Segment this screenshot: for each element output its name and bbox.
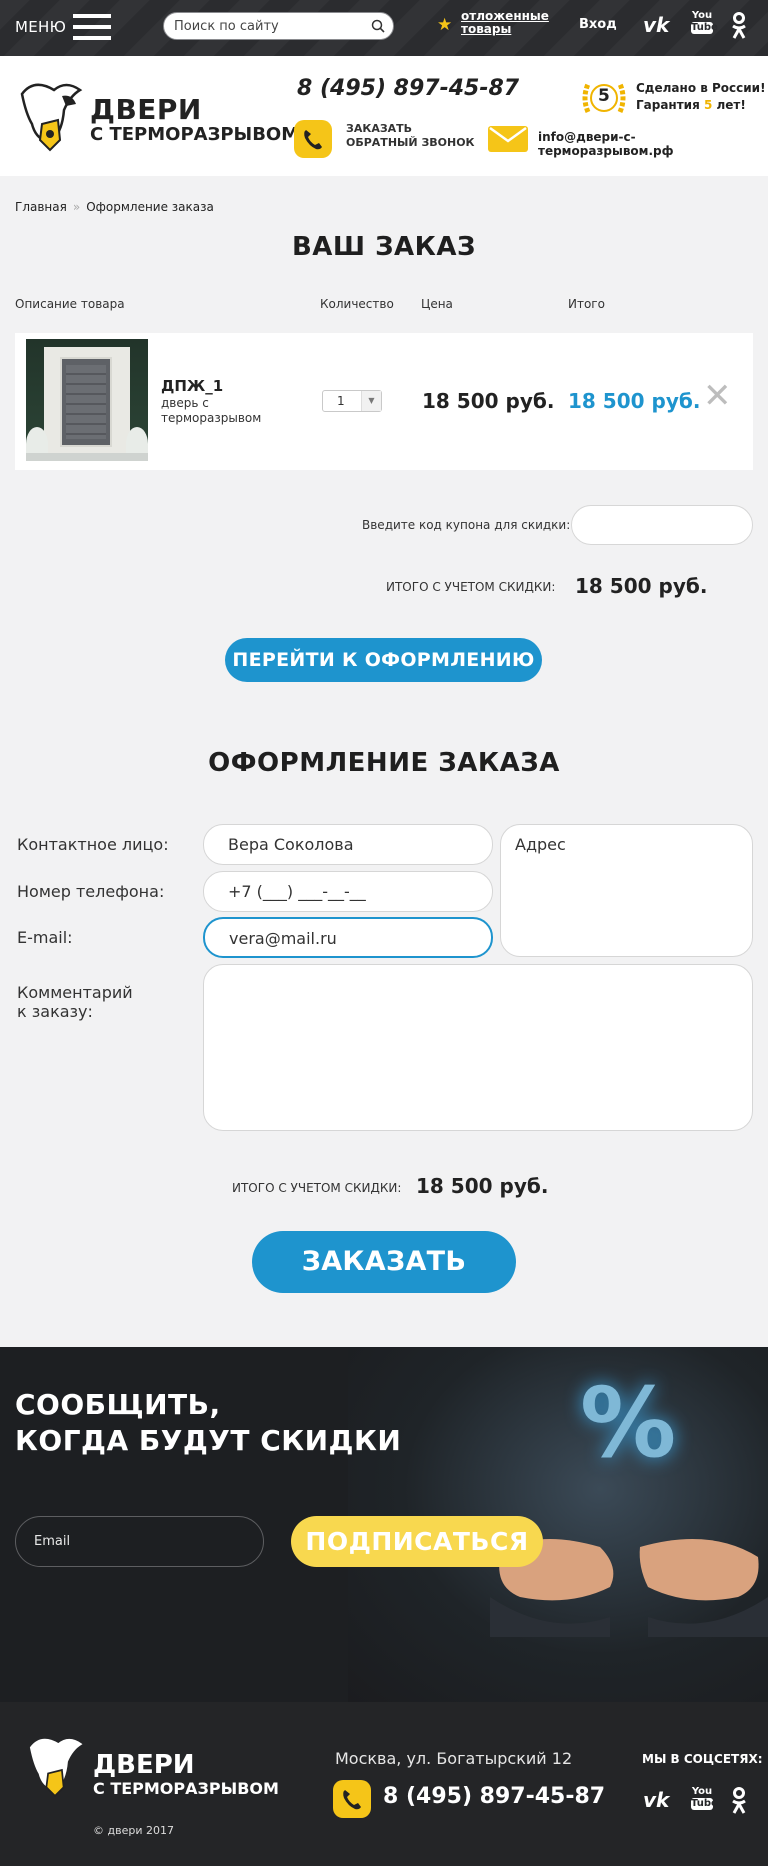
header-email[interactable]: info@двери-с-терморазрывом.рф xyxy=(538,130,768,158)
made-line-2-pre: Гарантия xyxy=(636,98,704,112)
product-description: дверь с терморазрывом xyxy=(161,396,262,425)
youtube-top-text: You xyxy=(691,10,713,21)
footer-phone[interactable]: 8 (495) 897-45-87 xyxy=(383,1784,605,1809)
made-line-1: Сделано в России! xyxy=(636,81,766,95)
quantity-select[interactable]: 1 ▼ xyxy=(322,390,382,412)
product-image[interactable] xyxy=(26,339,148,461)
footer-logo-text[interactable]: ДВЕРИ С ТЕРМОРАЗРЫВОМ xyxy=(93,1752,279,1800)
hamburger-menu-icon[interactable] xyxy=(73,14,111,40)
subscribe-section: % СООБЩИТЬ, КОГДА БУДУТ СКИДКИ Email ПОД… xyxy=(0,1347,768,1702)
email-label: E-mail: xyxy=(17,928,73,947)
callback-line-1: ЗАКАЗАТЬ xyxy=(346,122,413,135)
order-button[interactable]: ЗАКАЗАТЬ xyxy=(252,1231,516,1293)
go-to-checkout-button[interactable]: ПЕРЕЙТИ К ОФОРМЛЕНИЮ xyxy=(225,638,542,682)
subscribe-email-field[interactable]: Email xyxy=(15,1516,264,1567)
search-box xyxy=(163,12,394,40)
phone-label: Номер телефона: xyxy=(17,882,165,901)
footer-phone-icon[interactable] xyxy=(333,1780,371,1818)
odnoklassniki-icon[interactable] xyxy=(731,12,747,40)
product-name[interactable]: ДПЖ_1 xyxy=(161,377,223,395)
checkout-discount-label: ИТОГО С УЧЕТОМ СКИДКИ: xyxy=(232,1181,402,1195)
vk-icon[interactable]: vk xyxy=(643,13,669,37)
col-quantity: Количество xyxy=(320,297,394,311)
footer-youtube-top-text: You xyxy=(691,1786,713,1797)
col-description: Описание товара xyxy=(15,297,125,311)
logo-text[interactable]: ДВЕРИ С ТЕРМОРАЗРЫВОМ xyxy=(90,96,299,146)
login-link[interactable]: Вход xyxy=(579,17,617,32)
subscribe-title-line-2: КОГДА БУДУТ СКИДКИ xyxy=(15,1424,402,1457)
item-total: 18 500 руб. xyxy=(568,389,701,413)
subscribe-title: СООБЩИТЬ, КОГДА БУДУТ СКИДКИ xyxy=(15,1387,401,1459)
contact-name-field[interactable]: Вера Соколова xyxy=(203,824,493,865)
remove-item-icon[interactable]: ✕ xyxy=(703,379,732,413)
comment-label-line-1: Комментарий xyxy=(17,983,133,1002)
breadcrumb-home[interactable]: Главная xyxy=(15,200,67,214)
subscribe-button[interactable]: ПОДПИСАТЬСЯ xyxy=(291,1516,543,1567)
footer-social-title: МЫ В СОЦСЕТЯХ: xyxy=(642,1752,763,1766)
footer-logo-line-1: ДВЕРИ xyxy=(93,1750,195,1780)
logo-line-2: С ТЕРМОРАЗРЫВОМ xyxy=(90,124,300,145)
coupon-input[interactable] xyxy=(571,505,753,545)
youtube-icon[interactable]: You Tube xyxy=(691,10,718,34)
star-icon: ★ xyxy=(437,15,453,35)
col-total: Итого xyxy=(568,297,605,311)
phone-field[interactable]: +7 (___) ___-__-__ xyxy=(203,871,493,912)
header-phone[interactable]: 8 (495) 897-45-87 xyxy=(297,76,519,101)
youtube-bottom-text: Tube xyxy=(691,22,718,34)
footer-logo-line-2: С ТЕРМОРАЗРЫВОМ xyxy=(93,1779,279,1798)
warranty-medal-icon: 5 xyxy=(580,76,628,120)
contact-label: Контактное лицо: xyxy=(17,835,169,854)
footer-odnoklassniki-icon[interactable] xyxy=(731,1787,747,1815)
breadcrumb-current: Оформление заказа xyxy=(86,200,214,214)
phone-icon[interactable] xyxy=(294,120,332,158)
callback-line-2: ОБРАТНЫЙ ЗВОНОК xyxy=(346,136,475,149)
subscribe-title-line-1: СООБЩИТЬ, xyxy=(15,1388,221,1421)
cart-item-row: ДПЖ_1 дверь с терморазрывом 1 ▼ 18 500 р… xyxy=(15,333,753,470)
menu-label[interactable]: МЕНЮ xyxy=(15,18,66,36)
comment-label: Комментарий к заказу: xyxy=(17,983,133,1021)
comment-label-line-2: к заказу: xyxy=(17,1002,93,1021)
footer-address: Москва, ул. Богатырский 12 xyxy=(335,1749,573,1768)
footer-youtube-bottom-text: Tube xyxy=(691,1798,718,1810)
footer-vk-icon[interactable]: vk xyxy=(643,1788,669,1812)
envelope-icon[interactable] xyxy=(488,126,528,152)
checkout-discount-sum: 18 500 руб. xyxy=(416,1174,549,1198)
copyright: © двери 2017 xyxy=(93,1824,174,1837)
coupon-label: Введите код купона для скидки: xyxy=(362,518,571,532)
comment-field[interactable] xyxy=(203,964,753,1131)
cart-title: ВАШ ЗАКАЗ xyxy=(291,232,477,262)
logo-bird-icon[interactable] xyxy=(14,76,86,164)
made-in-russia: Сделано в России! Гарантия 5 лет! xyxy=(636,80,766,114)
col-price: Цена xyxy=(421,297,453,311)
breadcrumb: Главная » Оформление заказа xyxy=(15,200,214,214)
cart-discount-label: ИТОГО С УЧЕТОМ СКИДКИ: xyxy=(386,580,556,594)
cart-discount-sum: 18 500 руб. xyxy=(575,574,708,598)
email-field[interactable]: vera@mail.ru xyxy=(203,917,493,958)
medal-number: 5 xyxy=(598,86,610,106)
site-footer: ДВЕРИ С ТЕРМОРАЗРЫВОМ © двери 2017 Москв… xyxy=(0,1702,768,1866)
logo-line-1: ДВЕРИ xyxy=(90,93,202,126)
checkout-title: ОФОРМЛЕНИЕ ЗАКАЗА xyxy=(208,748,560,778)
made-line-2-post: лет! xyxy=(712,98,746,112)
search-input[interactable] xyxy=(164,13,354,39)
top-bar: МЕНЮ ★ отложенные товары Вход vk You Tub… xyxy=(0,0,768,56)
item-price: 18 500 руб. xyxy=(422,389,555,413)
footer-youtube-icon[interactable]: You Tube xyxy=(691,1786,718,1810)
quantity-value: 1 xyxy=(337,394,345,408)
site-header: ДВЕРИ С ТЕРМОРАЗРЫВОМ 8 (495) 897-45-87 … xyxy=(0,56,768,176)
footer-logo-bird-icon[interactable] xyxy=(20,1732,90,1808)
address-field[interactable]: Адрес xyxy=(500,824,753,957)
saved-line-2: товары xyxy=(461,22,512,36)
saved-items-link[interactable]: отложенные товары xyxy=(461,10,549,36)
chevron-down-icon: ▼ xyxy=(361,391,381,411)
callback-link[interactable]: ЗАКАЗАТЬ ОБРАТНЫЙ ЗВОНОК xyxy=(346,122,475,150)
percent-icon: % xyxy=(580,1367,677,1479)
search-icon[interactable] xyxy=(371,19,385,33)
breadcrumb-separator-icon: » xyxy=(72,200,81,214)
